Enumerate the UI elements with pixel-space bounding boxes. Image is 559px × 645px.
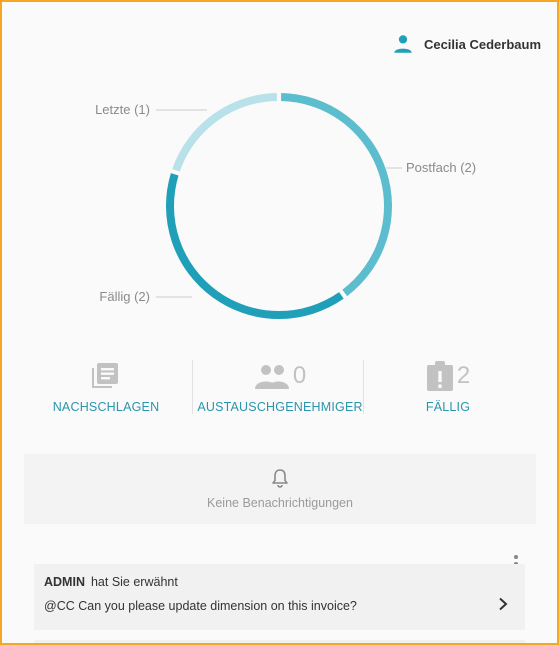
nachschlagen-link[interactable]: NACHSCHLAGEN bbox=[53, 400, 160, 414]
mention-header: ADMIN hat Sie erwähnt bbox=[44, 575, 178, 589]
stat-divider bbox=[192, 360, 193, 414]
stat-divider bbox=[363, 360, 364, 414]
donut-segment-1[interactable] bbox=[166, 173, 344, 319]
stat-austauschgenehmiger[interactable]: 0 AUSTAUSCHGENEHMIGER bbox=[197, 357, 362, 417]
donut-segment-2[interactable] bbox=[172, 93, 278, 172]
faellig-link[interactable]: FÄLLIG bbox=[426, 400, 470, 414]
chevron-right-icon[interactable] bbox=[497, 597, 509, 611]
austauschgenehmiger-link[interactable]: AUSTAUSCHGENEHMIGER bbox=[197, 400, 362, 414]
stat-count: 0 bbox=[292, 362, 307, 389]
donut-segment-0[interactable] bbox=[281, 93, 392, 297]
stat-count: 2 bbox=[456, 362, 471, 389]
stat-faellig[interactable]: 2 FÄLLIG bbox=[378, 357, 518, 417]
donut-chart: Postfach (2) Fällig (2) Letzte (1) bbox=[95, 93, 476, 319]
mention-action: hat Sie erwähnt bbox=[90, 575, 178, 589]
notifications-empty: Keine Benachrichtigungen bbox=[24, 454, 536, 524]
library-books-icon bbox=[91, 363, 118, 388]
label-letzte: Letzte (1) bbox=[95, 102, 150, 117]
mention-message: @CC Can you please update dimension on t… bbox=[44, 599, 357, 613]
mention-author: ADMIN bbox=[44, 575, 85, 589]
clipboard-alert-icon bbox=[426, 361, 453, 391]
dashboard-panel: Cecilia Cederbaum Postfach (2) Fällig (2… bbox=[0, 0, 559, 645]
next-mention-item[interactable] bbox=[34, 640, 525, 643]
mention-item[interactable]: ADMIN hat Sie erwähnt @CC Can you please … bbox=[34, 564, 525, 630]
label-postfach: Postfach (2) bbox=[406, 160, 476, 175]
notifications-empty-text: Keine Benachrichtigungen bbox=[207, 496, 353, 510]
stat-nachschlagen[interactable]: NACHSCHLAGEN bbox=[36, 357, 176, 417]
people-icon bbox=[254, 365, 289, 389]
bell-icon bbox=[272, 469, 288, 488]
label-faellig: Fällig (2) bbox=[99, 289, 150, 304]
